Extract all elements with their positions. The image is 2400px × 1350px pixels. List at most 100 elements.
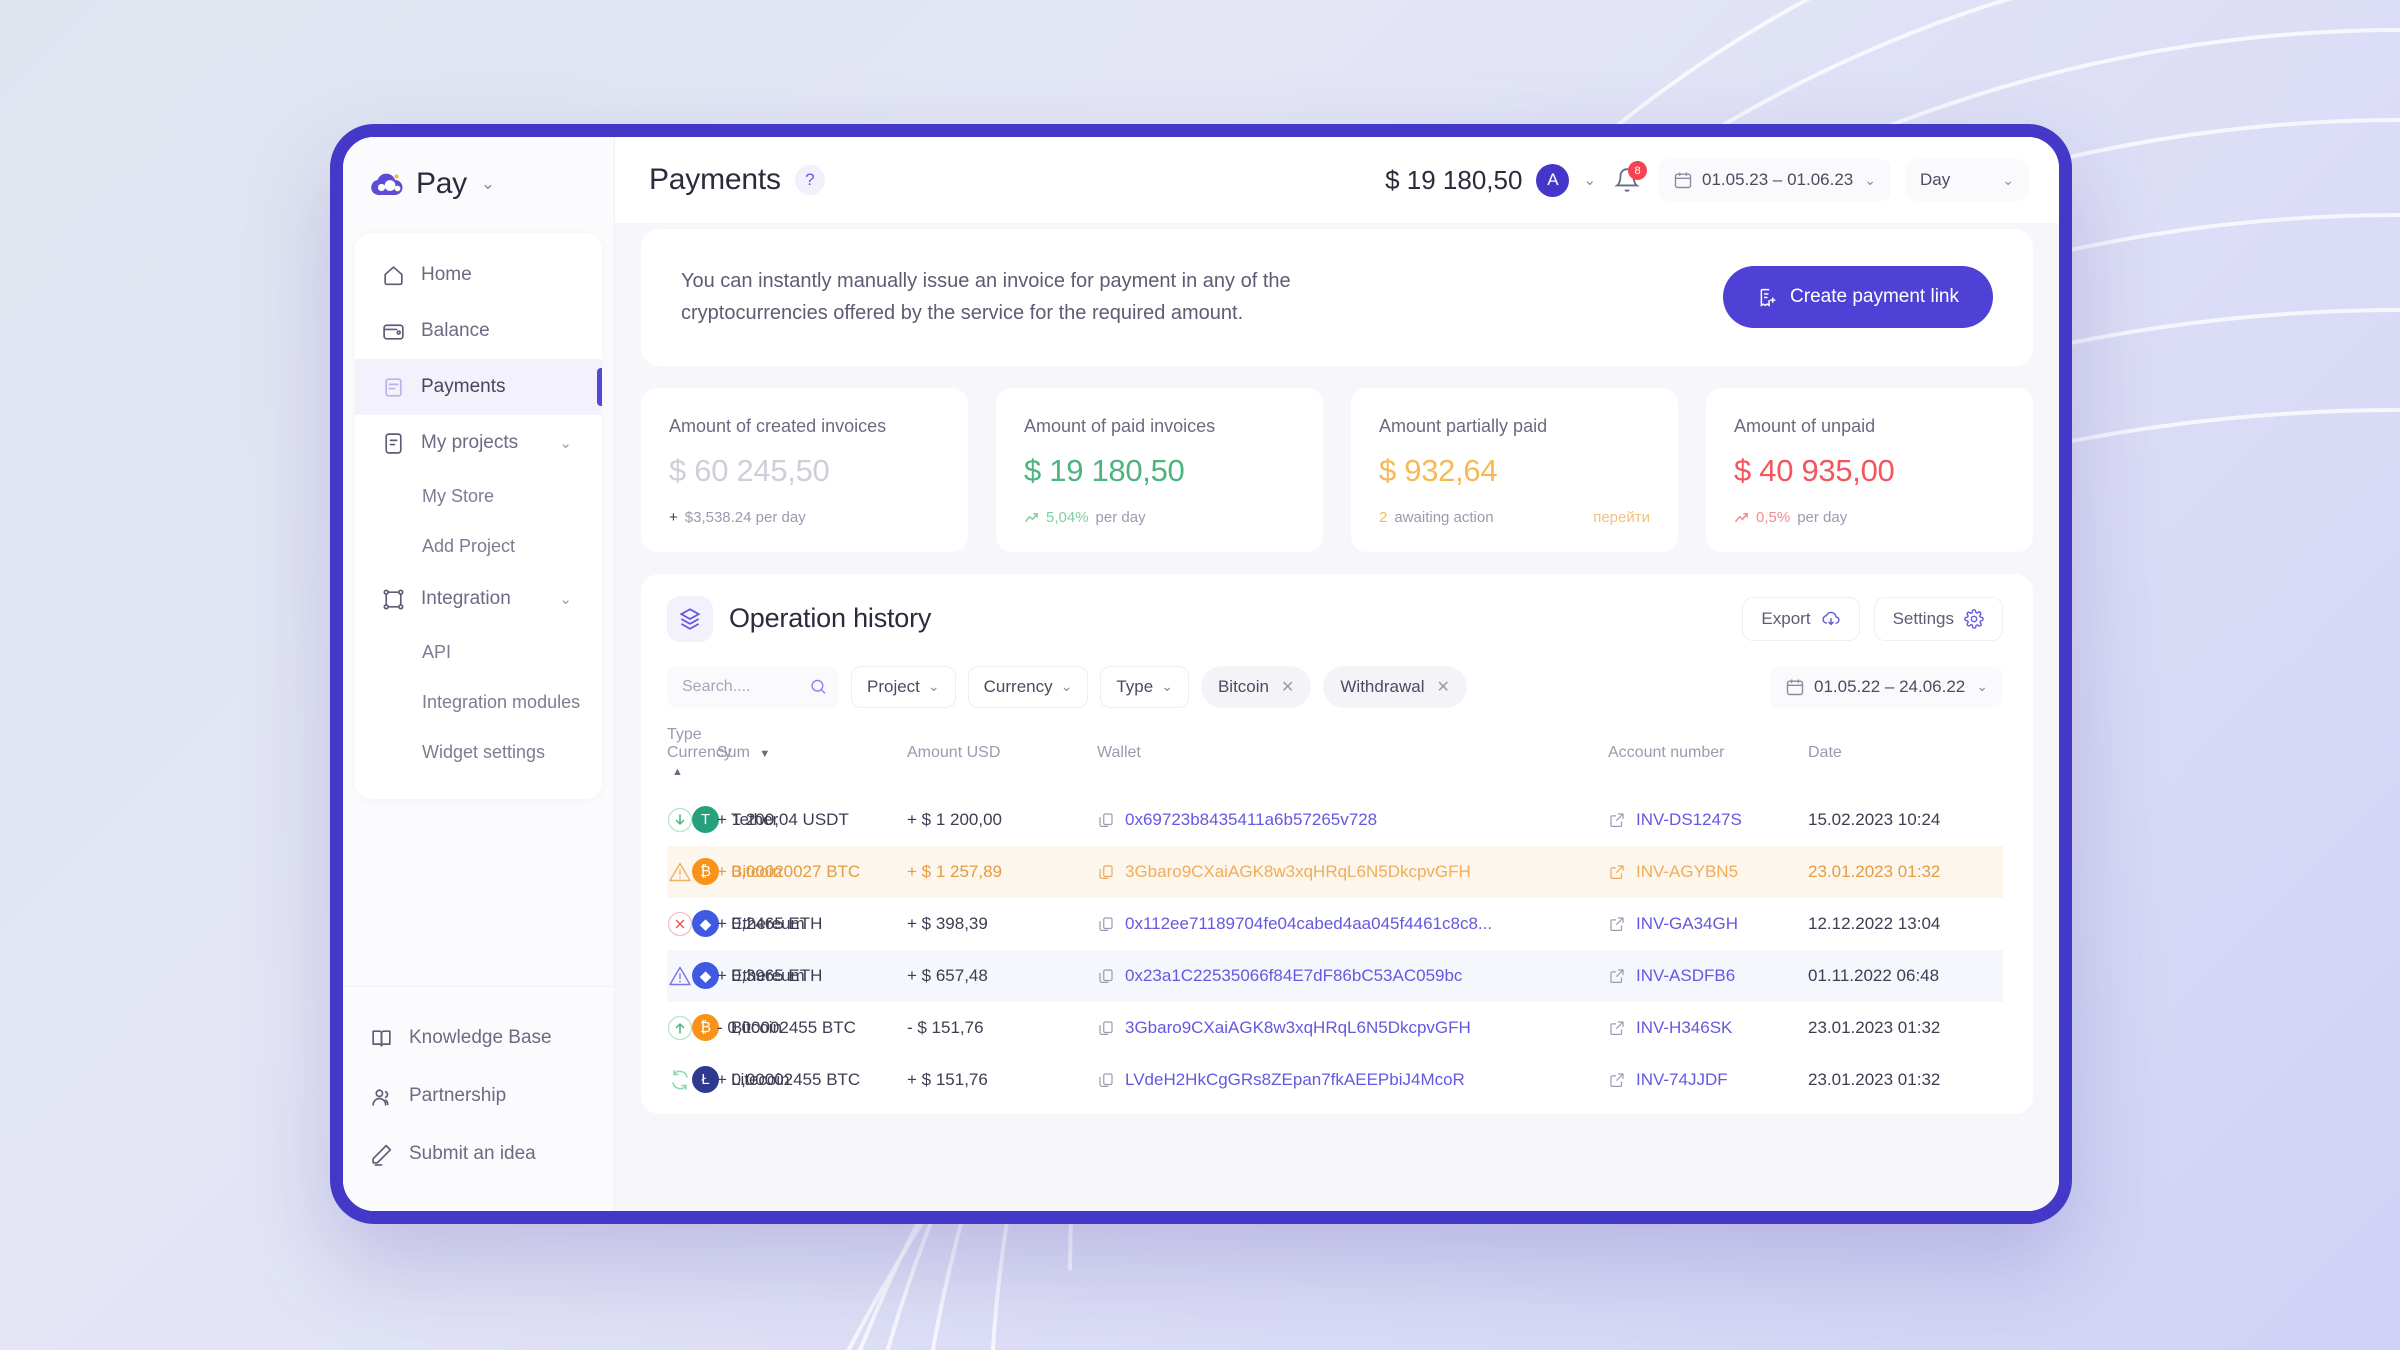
brand-logo[interactable]: Pay ⌄	[343, 137, 614, 229]
chevron-down-icon[interactable]: ⌄	[559, 590, 572, 608]
chip-withdrawal[interactable]: Withdrawal ✕	[1323, 665, 1467, 708]
wallet-address[interactable]: 0x23a1C22535066f84E7dF86bC53AC059bc	[1125, 966, 1462, 986]
account-number[interactable]: INV-GA34GH	[1636, 914, 1738, 934]
column-header-sum[interactable]: Sum ▼	[717, 726, 907, 794]
sidebar-item-partnership[interactable]: Partnership	[343, 1067, 614, 1125]
settings-button[interactable]: Settings	[1873, 596, 2003, 641]
history-date-range-picker[interactable]: 01.05.22 – 24.06.22 ⌄	[1770, 665, 2003, 708]
table-row[interactable]: ₿ Bitcoin - 0,00002455 BTC - $ 151,76 3G…	[667, 1002, 2003, 1054]
row-status	[667, 898, 693, 950]
filter-project-dropdown[interactable]: Project ⌄	[851, 665, 956, 708]
frame-icon	[381, 587, 406, 612]
copy-icon[interactable]	[1097, 863, 1115, 881]
stat-footer: 5,04% per day	[1024, 509, 1295, 526]
sidebar-item-label: Submit an idea	[409, 1143, 536, 1164]
avatar-chevron-down-icon[interactable]: ⌄	[1583, 171, 1596, 189]
chevron-down-icon[interactable]: ⌄	[559, 434, 572, 452]
chip-bitcoin[interactable]: Bitcoin ✕	[1200, 665, 1312, 708]
operations-table-wrapper: Type Currency ▲ Sum ▼ Amount USD Wallet …	[641, 726, 2033, 1114]
table-row[interactable]: ₿ Bitcoin + 0,00020027 BTC + $ 1 257,89 …	[667, 845, 2003, 898]
column-header-date[interactable]: Date	[1808, 726, 2003, 794]
avatar[interactable]: A	[1536, 163, 1570, 197]
external-link-icon[interactable]	[1608, 915, 1626, 933]
column-header-type-currency[interactable]: Type Currency ▲	[667, 726, 732, 794]
account-number[interactable]: INV-H346SK	[1636, 1018, 1732, 1038]
stat-foot-prefix: +	[669, 508, 678, 526]
chevron-down-icon: ⌄	[1976, 678, 1988, 695]
notifications-button[interactable]: 8	[1614, 161, 1648, 193]
external-link-icon[interactable]	[1608, 811, 1626, 829]
external-link-icon[interactable]	[1608, 863, 1626, 881]
sidebar-subitem-api[interactable]: API	[355, 627, 602, 677]
column-header-wallet[interactable]: Wallet	[1097, 726, 1608, 794]
row-wallet: LVdeH2HkCgGRs8ZEpan7fkAEEPbiJ4McoR	[1097, 1054, 1608, 1106]
chevron-down-icon[interactable]: ⌄	[481, 174, 495, 194]
sidebar-item-submit-an-idea[interactable]: Submit an idea	[343, 1125, 614, 1183]
external-link-icon[interactable]	[1608, 967, 1626, 985]
wallet-address[interactable]: 0x112ee71189704fe04cabed4aa045f4461c8c8.…	[1125, 914, 1492, 934]
external-link-icon[interactable]	[1608, 1071, 1626, 1089]
sidebar-subitem-integration-modules[interactable]: Integration modules	[355, 677, 602, 727]
copy-icon[interactable]	[1097, 1071, 1115, 1089]
create-payment-link-button[interactable]: Create payment link	[1723, 266, 1993, 329]
account-number[interactable]: INV-AGYBN5	[1636, 862, 1738, 882]
stat-footer: 2 awaiting action перейти	[1379, 509, 1650, 526]
row-currency: ₿ Bitcoin	[692, 846, 782, 898]
filter-currency-dropdown[interactable]: Currency ⌄	[967, 665, 1089, 708]
wallet-address[interactable]: LVdeH2HkCgGRs8ZEpan7fkAEEPbiJ4McoR	[1125, 1070, 1465, 1090]
search-input[interactable]	[682, 677, 809, 696]
sidebar-item-integration[interactable]: Integration ⌄	[355, 571, 602, 627]
cloud-logo-icon	[371, 173, 403, 196]
table-row[interactable]: Ł Litecoin + 0,00002455 BTC + $ 151,76 L…	[667, 1054, 2003, 1106]
table-row[interactable]: ◆ Ethereum + 0,2465 ETH + $ 398,39 0x112…	[667, 898, 2003, 950]
sidebar-item-knowledge-base[interactable]: Knowledge Base	[343, 1009, 614, 1067]
coin-icon: ₿	[692, 1014, 719, 1042]
stat-value: $ 19 180,50	[1024, 452, 1185, 488]
people-icon	[369, 1084, 394, 1109]
chevron-down-icon: ⌄	[1060, 678, 1073, 695]
row-status	[667, 794, 693, 846]
close-icon[interactable]: ✕	[1436, 677, 1449, 697]
search-icon[interactable]	[809, 676, 827, 697]
copy-icon[interactable]	[1097, 811, 1115, 829]
column-header-account-number[interactable]: Account number	[1608, 726, 1808, 794]
sidebar-item-my-projects[interactable]: My projects ⌄	[355, 415, 602, 471]
column-header-label: Wallet	[1097, 743, 1141, 761]
close-icon[interactable]: ✕	[1281, 677, 1294, 697]
filter-type-dropdown[interactable]: Type ⌄	[1100, 665, 1189, 708]
row-wallet: 0x112ee71189704fe04cabed4aa045f4461c8c8.…	[1097, 898, 1608, 950]
stat-foot-prefix: 2	[1379, 508, 1388, 526]
wallet-address[interactable]: 3Gbaro9CXaiAGK8w3xqHRqL6N5DkcpvGFH	[1125, 862, 1471, 882]
account-number[interactable]: INV-DS1247S	[1636, 810, 1742, 830]
page-title: Payments	[649, 163, 781, 196]
stat-link[interactable]: перейти	[1593, 509, 1650, 526]
row-currency: ◆ Ethereum	[692, 950, 805, 1002]
wallet-icon	[381, 319, 406, 344]
copy-icon[interactable]	[1097, 915, 1115, 933]
copy-icon[interactable]	[1097, 1019, 1115, 1037]
sidebar-item-home[interactable]: Home	[355, 247, 602, 303]
sidebar-item-balance[interactable]: Balance	[355, 303, 602, 359]
sidebar-subitem-add-project[interactable]: Add Project	[355, 521, 602, 571]
sidebar-subitem-widget-settings[interactable]: Widget settings	[355, 727, 602, 777]
help-badge[interactable]: ?	[794, 165, 825, 195]
table-row[interactable]: ◆ Ethereum + 0,3965 ETH + $ 657,48 0x23a…	[667, 949, 2003, 1002]
copy-icon[interactable]	[1097, 967, 1115, 985]
external-link-icon[interactable]	[1608, 1019, 1626, 1037]
account-number[interactable]: INV-74JJDF	[1636, 1070, 1728, 1090]
stat-title: Amount of created invoices	[669, 415, 887, 436]
period-select[interactable]: Day ⌄	[1905, 159, 2029, 201]
sidebar-item-payments[interactable]: Payments	[355, 359, 602, 415]
table-row[interactable]: T Tether + 1 200,04 USDT + $ 1 200,00 0x…	[667, 794, 2003, 846]
wallet-address[interactable]: 0x69723b8435411a6b57265v728	[1125, 810, 1377, 830]
content-area: You can instantly manually issue an invo…	[615, 223, 2059, 1211]
export-button[interactable]: Export	[1742, 596, 1860, 641]
coin-icon: T	[692, 806, 719, 834]
date-range-picker[interactable]: 01.05.23 – 01.06.23 ⌄	[1658, 159, 1891, 201]
column-header-amount-usd[interactable]: Amount USD	[907, 726, 1097, 794]
calendar-icon	[1786, 679, 1804, 695]
search-field[interactable]	[667, 665, 839, 708]
sidebar-subitem-my-store[interactable]: My Store	[355, 471, 602, 521]
wallet-address[interactable]: 3Gbaro9CXaiAGK8w3xqHRqL6N5DkcpvGFH	[1125, 1018, 1471, 1038]
account-number[interactable]: INV-ASDFB6	[1636, 966, 1735, 986]
